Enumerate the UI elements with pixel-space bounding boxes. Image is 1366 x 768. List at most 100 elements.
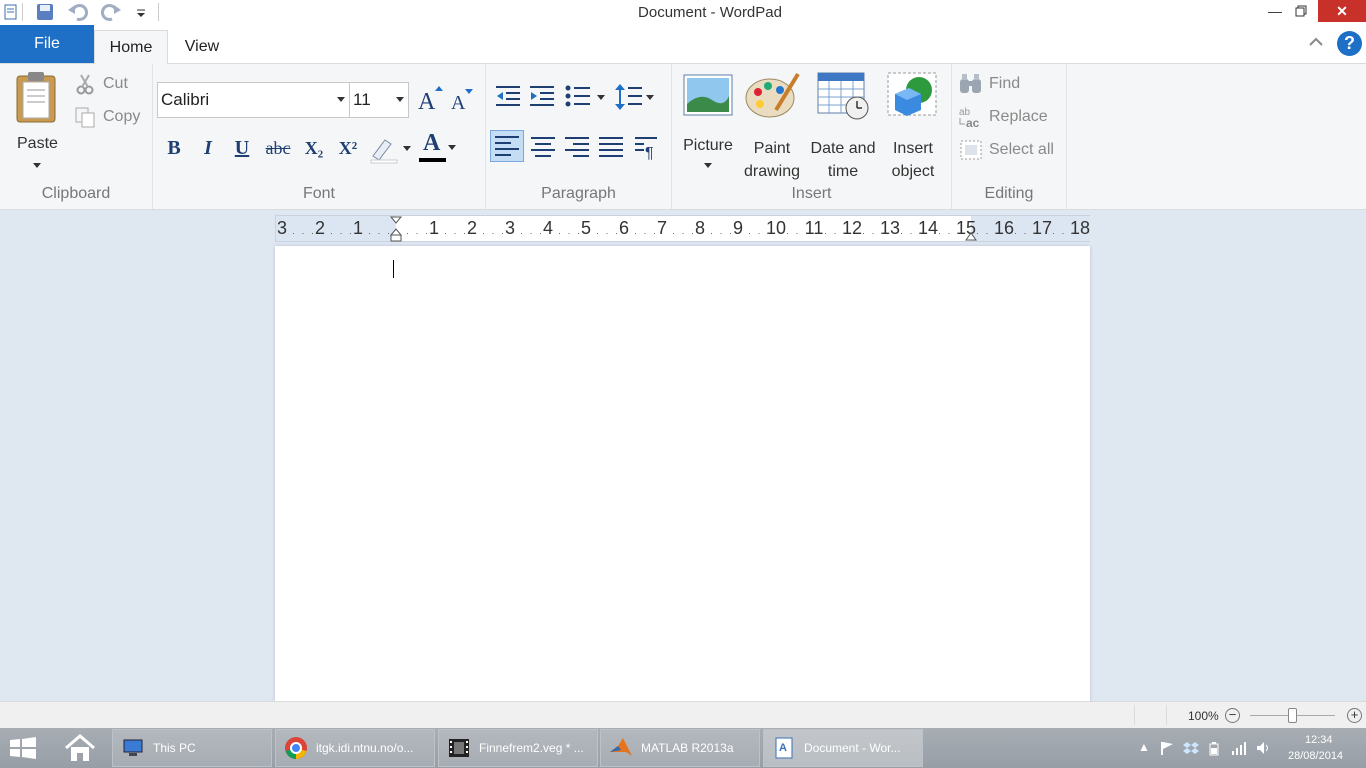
taskbar-item-video[interactable]: Finnefrem2.veg * ... xyxy=(438,729,598,767)
paragraph-settings-icon[interactable]: ¶ xyxy=(632,132,662,162)
picture-label: Picture xyxy=(683,137,733,154)
insert-object-icon xyxy=(887,72,937,116)
underline-button[interactable]: U xyxy=(229,134,255,162)
grow-font-button[interactable]: A xyxy=(416,84,444,115)
bullet-list-icon[interactable] xyxy=(564,84,606,110)
superscript-button[interactable]: X² xyxy=(333,134,363,162)
strikethrough-button[interactable]: abc xyxy=(261,134,295,162)
paint-drawing-button[interactable]: Paint drawing xyxy=(740,70,804,180)
zoom-out-button[interactable]: − xyxy=(1225,708,1240,723)
network-signal-icon[interactable] xyxy=(1231,740,1247,756)
paste-button[interactable]: Paste xyxy=(10,68,66,176)
font-group-label: Font xyxy=(302,185,335,202)
taskbar-item-label: Finnefrem2.veg * ... xyxy=(479,741,584,755)
paragraph-group-label: Paragraph xyxy=(541,185,616,202)
object-label-line1: Insert xyxy=(892,140,933,157)
taskbar-item-wordpad[interactable]: A Document - Wor... xyxy=(763,729,923,767)
document-page[interactable] xyxy=(275,246,1090,701)
taskbar-item-this-pc[interactable]: This PC xyxy=(112,729,272,767)
taskbar-item-chrome[interactable]: itgk.idi.ntnu.no/o... xyxy=(275,729,435,767)
bold-button[interactable]: B xyxy=(161,134,187,162)
svg-text:A: A xyxy=(779,742,787,754)
status-bar: 100% − + xyxy=(0,701,1366,728)
zoom-level[interactable]: 100% xyxy=(1188,709,1219,723)
font-family-select[interactable]: Calibri xyxy=(157,82,350,118)
shrink-font-button[interactable]: A xyxy=(449,86,475,114)
ruler-minor-ticks: · · · xyxy=(710,228,734,238)
ruler-minor-ticks: · · · xyxy=(482,228,506,238)
align-left-button[interactable] xyxy=(490,130,524,162)
wordpad-icon: A xyxy=(775,737,793,759)
tab-home[interactable]: Home xyxy=(94,30,168,65)
battery-icon[interactable] xyxy=(1207,740,1223,756)
paste-dropdown-icon[interactable] xyxy=(33,163,41,168)
indent-marker-icon[interactable] xyxy=(389,216,403,243)
minimize-button[interactable]: — xyxy=(1264,0,1286,22)
svg-text:ac: ac xyxy=(966,116,980,129)
increase-indent-icon[interactable] xyxy=(528,84,556,110)
justify-icon[interactable] xyxy=(595,132,627,162)
tab-file[interactable]: File xyxy=(0,25,94,63)
tab-view[interactable]: View xyxy=(170,30,234,64)
clock-time[interactable]: 12:34 xyxy=(1305,734,1333,746)
find-button[interactable]: Find xyxy=(958,72,1058,96)
align-center-icon[interactable] xyxy=(527,132,559,162)
document-workspace: 3 2 1 1 2 3 4 5 6 7 8 9 10 11 12 13 14 15 16 17 18 · · · · · ·… xyxy=(0,210,1366,701)
clock-date[interactable]: 28/08/2014 xyxy=(1288,750,1343,762)
font-color-swatch xyxy=(419,158,446,162)
line-spacing-icon[interactable] xyxy=(614,82,658,112)
insert-group-label: Insert xyxy=(791,185,832,202)
ruler-minor-ticks: · · · xyxy=(520,228,544,238)
ribbon-tabs: File Home View ? xyxy=(0,24,1366,65)
align-right-icon[interactable] xyxy=(561,132,593,162)
dropbox-icon[interactable] xyxy=(1183,740,1199,756)
ruler[interactable]: 3 2 1 1 2 3 4 5 6 7 8 9 10 11 12 13 14 15 16 17 18 · · · · · ·… xyxy=(275,215,1090,242)
right-indent-marker-icon[interactable] xyxy=(964,228,978,242)
grow-font-icon: A xyxy=(418,86,443,115)
computer-icon xyxy=(123,739,143,756)
highlight-color-button[interactable] xyxy=(369,132,413,164)
matlab-icon xyxy=(610,738,632,756)
select-all-icon xyxy=(960,140,982,160)
shrink-font-icon: A xyxy=(451,89,473,114)
zoom-in-button[interactable]: + xyxy=(1347,708,1362,723)
replace-label: Replace xyxy=(989,108,1048,125)
show-hidden-icons-icon[interactable]: ▲ xyxy=(1136,740,1152,756)
collapse-ribbon-icon[interactable] xyxy=(1306,34,1326,54)
date-time-button[interactable]: Date and time xyxy=(808,70,878,180)
restore-button[interactable] xyxy=(1290,0,1312,22)
action-center-flag-icon[interactable] xyxy=(1159,740,1175,756)
subscript-button[interactable]: X₂ xyxy=(299,134,329,162)
start-button[interactable] xyxy=(8,736,38,760)
font-size-select[interactable]: 11 xyxy=(349,82,409,118)
ribbon: Paste Cut Copy Clipboard Calibri 11 A A … xyxy=(0,64,1366,210)
italic-button[interactable]: I xyxy=(195,134,221,162)
picture-dropdown-icon[interactable] xyxy=(704,163,712,168)
highlighter-icon xyxy=(370,139,411,164)
select-all-label: Select all xyxy=(989,141,1054,158)
insert-picture-button[interactable]: Picture xyxy=(678,70,738,176)
desktop-home-button[interactable] xyxy=(63,733,97,763)
zoom-slider-thumb[interactable] xyxy=(1288,708,1297,723)
taskbar-item-label: Document - Wor... xyxy=(804,741,901,755)
replace-button[interactable]: ab ac Replace xyxy=(958,105,1063,129)
ruler-minor-ticks: · · · xyxy=(406,228,430,238)
cut-button[interactable]: Cut xyxy=(74,72,144,96)
insert-object-button[interactable]: Insert object xyxy=(882,70,944,180)
taskbar-item-label: itgk.idi.ntnu.no/o... xyxy=(316,741,414,755)
decrease-indent-icon[interactable] xyxy=(494,84,522,110)
binoculars-icon xyxy=(960,74,981,93)
copy-button[interactable]: Copy xyxy=(74,105,148,129)
font-color-button[interactable]: A xyxy=(417,130,461,164)
volume-icon[interactable] xyxy=(1255,740,1271,756)
close-button[interactable]: ✕ xyxy=(1318,0,1366,22)
font-size-value: 11 xyxy=(353,90,371,109)
home-icon xyxy=(65,734,95,761)
select-all-button[interactable]: Select all xyxy=(958,138,1066,162)
help-icon[interactable]: ? xyxy=(1337,31,1362,56)
ruler-minor-ticks: · · · xyxy=(1014,228,1038,238)
font-group: Calibri 11 A A B I U abc X₂ X² A Font xyxy=(153,64,486,209)
taskbar-item-matlab[interactable]: MATLAB R2013a xyxy=(600,729,760,767)
window-title: Document - WordPad xyxy=(638,4,782,21)
object-label-line2: object xyxy=(891,163,935,180)
